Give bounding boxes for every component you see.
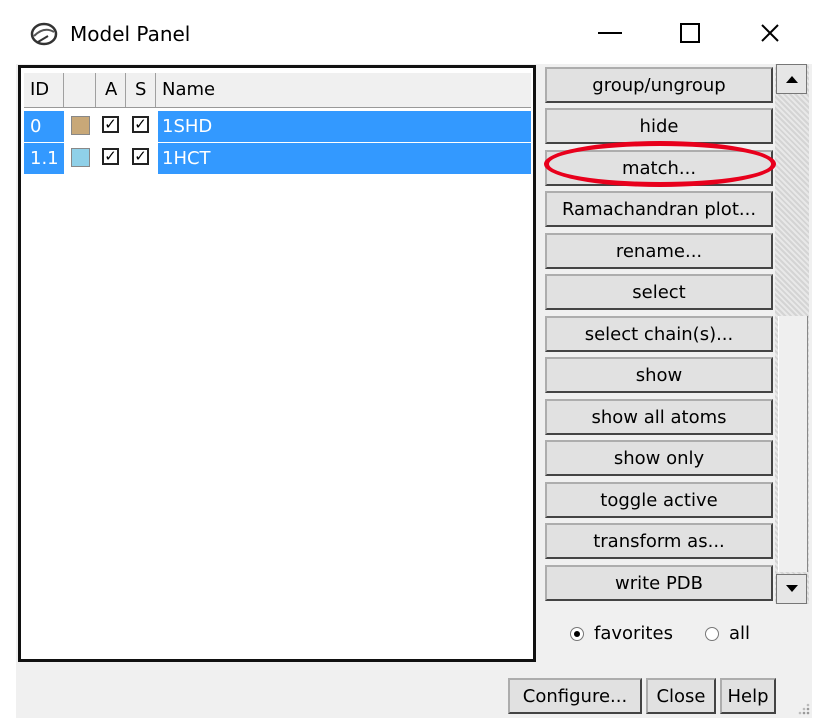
all-radio[interactable] [704,626,719,641]
table-row[interactable]: 0 ✓ ✓ 1SHD [24,111,531,142]
favorites-radio[interactable] [570,626,584,641]
window-title: Model Panel [70,22,191,46]
column-header-color[interactable] [64,73,96,107]
model-id: 1.1 [24,143,64,174]
hide-button[interactable]: hide [545,108,773,144]
group-ungroup-button[interactable]: group/ungroup [545,67,773,103]
scroll-down-button[interactable] [776,574,807,604]
select-chains-button[interactable]: select chain(s)... [545,316,773,352]
close-button[interactable]: Close [646,678,716,714]
chimera-app-icon [30,22,58,46]
favorites-label[interactable]: favorites [594,623,673,644]
model-id: 0 [24,111,64,142]
scrollbar-thumb[interactable] [778,316,808,572]
column-header-id[interactable]: ID [24,73,64,107]
filter-radio-group: favorites all [570,623,750,644]
select-button[interactable]: select [545,274,773,310]
help-button[interactable]: Help [720,678,776,714]
maximize-button[interactable] [660,10,720,56]
model-table: ID A S Name 0 ✓ ✓ 1SHD 1.1 ✓ ✓ 1HCT [18,65,536,662]
shown-checkbox[interactable]: ✓ [132,116,149,133]
active-checkbox[interactable]: ✓ [102,148,119,165]
table-row[interactable]: 1.1 ✓ ✓ 1HCT [24,143,531,174]
color-cell [64,143,96,174]
match-button[interactable]: match... [545,150,773,186]
active-checkbox[interactable]: ✓ [102,116,119,133]
table-header: ID A S Name [24,73,531,108]
model-color-swatch[interactable] [71,148,90,167]
column-header-name[interactable]: Name [156,73,531,107]
title-bar: Model Panel [0,0,815,64]
toggle-active-button[interactable]: toggle active [545,482,773,518]
show-all-atoms-button[interactable]: show all atoms [545,399,773,435]
configure-button[interactable]: Configure... [508,678,642,714]
action-list-scrollbar[interactable] [775,64,809,604]
arrow-down-icon [785,585,798,592]
column-header-shown[interactable]: S [126,73,156,107]
resize-grip-icon[interactable] [795,700,811,716]
all-label[interactable]: all [729,623,750,644]
model-color-swatch[interactable] [71,116,90,135]
rename-button[interactable]: rename... [545,233,773,269]
shown-checkbox[interactable]: ✓ [132,148,149,165]
model-name: 1SHD [158,111,531,142]
write-pdb-button[interactable]: write PDB [545,565,773,601]
transform-as-button[interactable]: transform as... [545,523,773,559]
scroll-up-button[interactable] [776,64,807,94]
minimize-button[interactable] [580,10,640,56]
column-header-active[interactable]: A [96,73,126,107]
show-button[interactable]: show [545,357,773,393]
minimize-icon [598,32,622,34]
model-name: 1HCT [158,143,531,174]
close-window-button[interactable] [740,10,800,56]
show-only-button[interactable]: show only [545,440,773,476]
ramachandran-plot-button[interactable]: Ramachandran plot... [545,191,773,227]
close-icon [761,24,779,42]
color-cell [64,111,96,142]
maximize-icon [680,23,700,43]
arrow-up-icon [785,76,798,83]
